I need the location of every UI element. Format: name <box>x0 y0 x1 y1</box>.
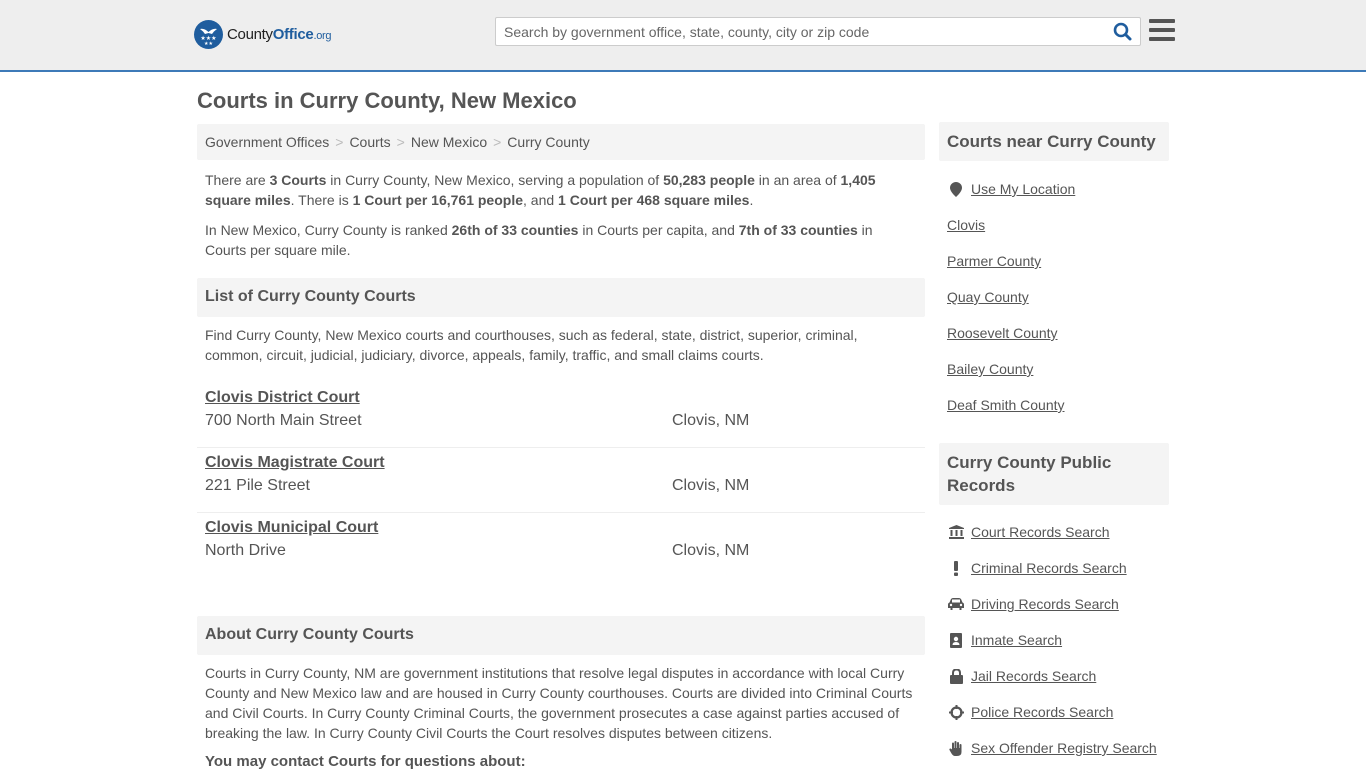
court-records-search-link[interactable]: Court Records Search <box>971 524 1110 540</box>
about-section-heading: About Curry County Courts <box>197 616 925 655</box>
use-my-location-item: Use My Location <box>947 171 1161 207</box>
logo-text: CountyOffice.org <box>227 26 332 43</box>
search-input[interactable] <box>496 18 1096 45</box>
map-marker-icon <box>947 181 965 197</box>
breadcrumb-government-offices[interactable]: Government Offices <box>205 134 329 150</box>
court-list-item: Clovis District Court 700 North Main Str… <box>197 383 925 448</box>
lock-icon <box>947 668 965 684</box>
inmate-search-link[interactable]: Inmate Search <box>971 632 1062 648</box>
nearby-link-clovis[interactable]: Clovis <box>947 217 985 233</box>
records-item: Sex Offender Registry Search <box>947 730 1161 766</box>
site-logo[interactable]: ★★★ ★★ CountyOffice.org <box>194 20 332 49</box>
records-item: Criminal Records Search <box>947 550 1161 586</box>
court-name-link[interactable]: Clovis Municipal Court <box>205 517 917 538</box>
driving-records-search-link[interactable]: Driving Records Search <box>971 596 1119 612</box>
court-address: North Drive <box>205 542 286 559</box>
nearby-item: Deaf Smith County <box>947 387 1161 423</box>
breadcrumb-separator: > <box>396 134 405 150</box>
records-item: Jail Records Search <box>947 658 1161 694</box>
court-city: Clovis, NM <box>672 477 750 494</box>
breadcrumb-curry-county[interactable]: Curry County <box>507 134 589 150</box>
use-my-location-link[interactable]: Use My Location <box>971 181 1075 197</box>
court-list: Clovis District Court 700 North Main Str… <box>197 383 925 578</box>
about-section-text: Courts in Curry County, NM are governmen… <box>205 665 913 741</box>
main-content: Government Offices > Courts > New Mexico > Cur… <box>197 124 925 770</box>
breadcrumb: Government Offices > Courts > New Mexico > Cur… <box>197 124 925 160</box>
breadcrumb-new-mexico[interactable]: New Mexico <box>411 134 487 150</box>
breadcrumb-separator: > <box>493 134 502 150</box>
nearby-link-parmer-county[interactable]: Parmer County <box>947 253 1041 269</box>
records-item: Police Records Search <box>947 694 1161 730</box>
criminal-records-search-link[interactable]: Criminal Records Search <box>971 560 1127 576</box>
records-item: Court Records Search <box>947 514 1161 550</box>
id-badge-icon <box>947 632 965 648</box>
records-item: Driving Records Search <box>947 586 1161 622</box>
public-records-heading: Curry County Public Records <box>939 443 1169 505</box>
list-section-heading: List of Curry County Courts <box>197 278 925 317</box>
court-city: Clovis, NM <box>672 412 750 429</box>
nearby-item: Bailey County <box>947 351 1161 387</box>
court-address: 221 Pile Street <box>205 477 310 494</box>
menu-icon <box>1149 19 1175 41</box>
hamburger-menu-button[interactable] <box>1149 19 1175 42</box>
public-records-list: Court Records Search Criminal Records Se… <box>939 514 1169 766</box>
records-item: Inmate Search <box>947 622 1161 658</box>
search-icon <box>1113 22 1132 41</box>
sidebar: Courts near Curry County Use My Location… <box>939 122 1169 766</box>
breadcrumb-courts[interactable]: Courts <box>349 134 390 150</box>
crosshairs-icon <box>947 704 965 720</box>
nearby-link-roosevelt-county[interactable]: Roosevelt County <box>947 325 1058 341</box>
court-list-item: Clovis Magistrate Court 221 Pile Street … <box>197 448 925 513</box>
breadcrumb-separator: > <box>335 134 344 150</box>
nearby-item: Clovis <box>947 207 1161 243</box>
nearby-item: Parmer County <box>947 243 1161 279</box>
exclamation-icon <box>947 560 965 576</box>
nearby-link-bailey-county[interactable]: Bailey County <box>947 361 1033 377</box>
nearby-item: Roosevelt County <box>947 315 1161 351</box>
intro-paragraph-2: In New Mexico, Curry County is ranked 26… <box>205 222 873 258</box>
hand-icon <box>947 740 965 756</box>
svg-text:★★: ★★ <box>204 41 213 47</box>
court-name-link[interactable]: Clovis District Court <box>205 387 917 408</box>
intro-stats: There are 3 Courts in Curry County, New … <box>197 170 925 260</box>
nearby-link-quay-county[interactable]: Quay County <box>947 289 1029 305</box>
intro-paragraph-1: There are 3 Courts in Curry County, New … <box>205 172 876 208</box>
court-list-item: Clovis Municipal Court North Drive Clovi… <box>197 513 925 578</box>
court-city: Clovis, NM <box>672 542 750 559</box>
search-box <box>495 17 1141 46</box>
car-icon <box>947 598 965 610</box>
nearby-courts-heading: Courts near Curry County <box>939 122 1169 161</box>
sex-offender-registry-search-link[interactable]: Sex Offender Registry Search <box>971 740 1157 756</box>
eagle-logo-icon: ★★★ ★★ <box>194 20 223 49</box>
top-bar: ★★★ ★★ CountyOffice.org <box>0 0 1366 72</box>
jail-records-search-link[interactable]: Jail Records Search <box>971 668 1096 684</box>
search-button[interactable] <box>1112 22 1134 42</box>
courthouse-icon <box>947 525 965 539</box>
court-name-link[interactable]: Clovis Magistrate Court <box>205 452 917 473</box>
nearby-item: Quay County <box>947 279 1161 315</box>
page-title: Courts in Curry County, New Mexico <box>197 88 577 113</box>
nearby-courts-list: Use My Location Clovis Parmer County Qua… <box>939 171 1169 423</box>
court-address: 700 North Main Street <box>205 412 362 429</box>
nearby-link-deaf-smith-county[interactable]: Deaf Smith County <box>947 397 1065 413</box>
contact-questions-label: You may contact Courts for questions abo… <box>205 753 526 770</box>
police-records-search-link[interactable]: Police Records Search <box>971 704 1113 720</box>
list-section-description: Find Curry County, New Mexico courts and… <box>205 327 858 363</box>
